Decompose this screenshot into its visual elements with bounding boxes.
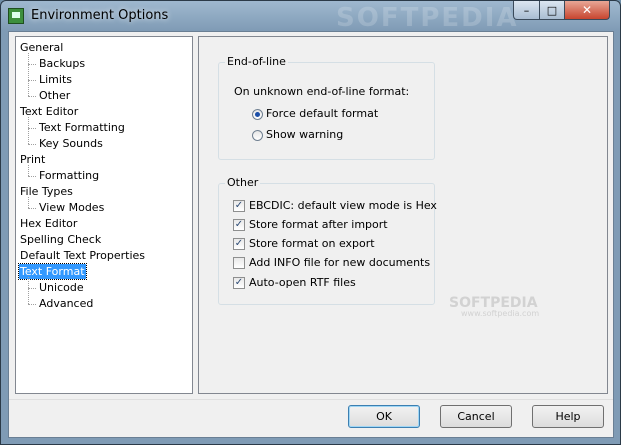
tree-connector xyxy=(28,304,36,305)
maximize-button[interactable]: □ xyxy=(539,1,565,20)
tree-item-unicode[interactable]: Unicode xyxy=(38,280,85,295)
maximize-icon: □ xyxy=(546,3,558,17)
add-info-file-checkbox[interactable] xyxy=(233,257,245,269)
app-icon xyxy=(8,8,24,24)
add-info-file-label[interactable]: Add INFO file for new documents xyxy=(249,256,430,269)
minimize-icon: – xyxy=(523,3,530,17)
show-warning-label[interactable]: Show warning xyxy=(266,128,343,141)
auto-open-rtf-label[interactable]: Auto-open RTF files xyxy=(249,276,356,289)
tree-connector xyxy=(28,128,36,129)
dialog-client-area: General Backups Limits Other Text Editor Text… xyxy=(8,31,614,438)
tree-item-general[interactable]: General xyxy=(19,40,64,55)
store-on-export-checkbox[interactable]: ✓ xyxy=(233,238,245,250)
tree-connector xyxy=(28,288,36,289)
tree-item-spelling-check[interactable]: Spelling Check xyxy=(19,232,102,247)
dialog-footer: OK Cancel Help xyxy=(9,400,613,437)
tree-connector xyxy=(28,80,36,81)
tree-connector xyxy=(28,96,36,97)
close-icon: ✕ xyxy=(581,3,593,17)
other-group-title: Other xyxy=(225,176,261,189)
tree-item-print[interactable]: Print xyxy=(19,152,46,167)
tree-connector xyxy=(28,208,36,209)
tree-item-advanced[interactable]: Advanced xyxy=(38,296,94,311)
tree-item-formatting[interactable]: Formatting xyxy=(38,168,100,183)
tree-item-view-modes[interactable]: View Modes xyxy=(38,200,105,215)
window-title: Environment Options xyxy=(31,8,169,23)
auto-open-rtf-checkbox[interactable]: ✓ xyxy=(233,277,245,289)
tree-connector xyxy=(28,197,29,208)
store-after-import-checkbox[interactable]: ✓ xyxy=(233,219,245,231)
tree-connector xyxy=(28,53,29,96)
ebcdic-hex-checkbox[interactable]: ✓ xyxy=(233,200,245,212)
store-after-import-label[interactable]: Store format after import xyxy=(249,218,388,231)
force-default-format-label[interactable]: Force default format xyxy=(266,107,378,120)
environment-options-window: Environment Options SOFTPEDIA – □ ✕ Gene… xyxy=(0,0,621,445)
other-group: Other ✓ EBCDIC: default view mode is Hex… xyxy=(218,176,437,305)
softpedia-url-watermark: www.softpedia.com xyxy=(461,309,540,318)
help-button[interactable]: Help xyxy=(532,405,604,428)
tree-item-backups[interactable]: Backups xyxy=(38,56,86,71)
show-warning-radio[interactable] xyxy=(252,130,263,141)
tree-connector xyxy=(28,144,36,145)
close-button[interactable]: ✕ xyxy=(564,1,610,20)
tree-connector xyxy=(28,165,29,176)
ok-button[interactable]: OK xyxy=(348,405,420,428)
end-of-line-group-title: End-of-line xyxy=(225,55,288,68)
ebcdic-hex-label[interactable]: EBCDIC: default view mode is Hex xyxy=(249,199,437,212)
tree-connector xyxy=(28,277,29,304)
tree-connector xyxy=(28,117,29,144)
title-bar[interactable]: Environment Options SOFTPEDIA – □ ✕ xyxy=(1,1,620,33)
tree-item-default-text-properties[interactable]: Default Text Properties xyxy=(19,248,146,263)
store-on-export-label[interactable]: Store format on export xyxy=(249,237,375,250)
tree-item-limits[interactable]: Limits xyxy=(38,72,73,87)
options-tree[interactable]: General Backups Limits Other Text Editor Text… xyxy=(15,36,193,394)
minimize-button[interactable]: – xyxy=(513,1,540,20)
text-format-panel: End-of-line On unknown end-of-line forma… xyxy=(198,36,608,394)
tree-item-hex-editor[interactable]: Hex Editor xyxy=(19,216,78,231)
tree-item-key-sounds[interactable]: Key Sounds xyxy=(38,136,104,151)
titlebar-watermark: SOFTPEDIA xyxy=(336,3,519,33)
cancel-button[interactable]: Cancel xyxy=(440,405,512,428)
end-of-line-group: End-of-line On unknown end-of-line forma… xyxy=(218,55,435,160)
tree-item-other[interactable]: Other xyxy=(38,88,71,103)
tree-item-text-formatting[interactable]: Text Formatting xyxy=(38,120,126,135)
tree-connector xyxy=(28,176,36,177)
eol-prompt-label: On unknown end-of-line format: xyxy=(234,85,410,98)
force-default-format-radio[interactable] xyxy=(252,109,263,120)
tree-connector xyxy=(28,64,36,65)
